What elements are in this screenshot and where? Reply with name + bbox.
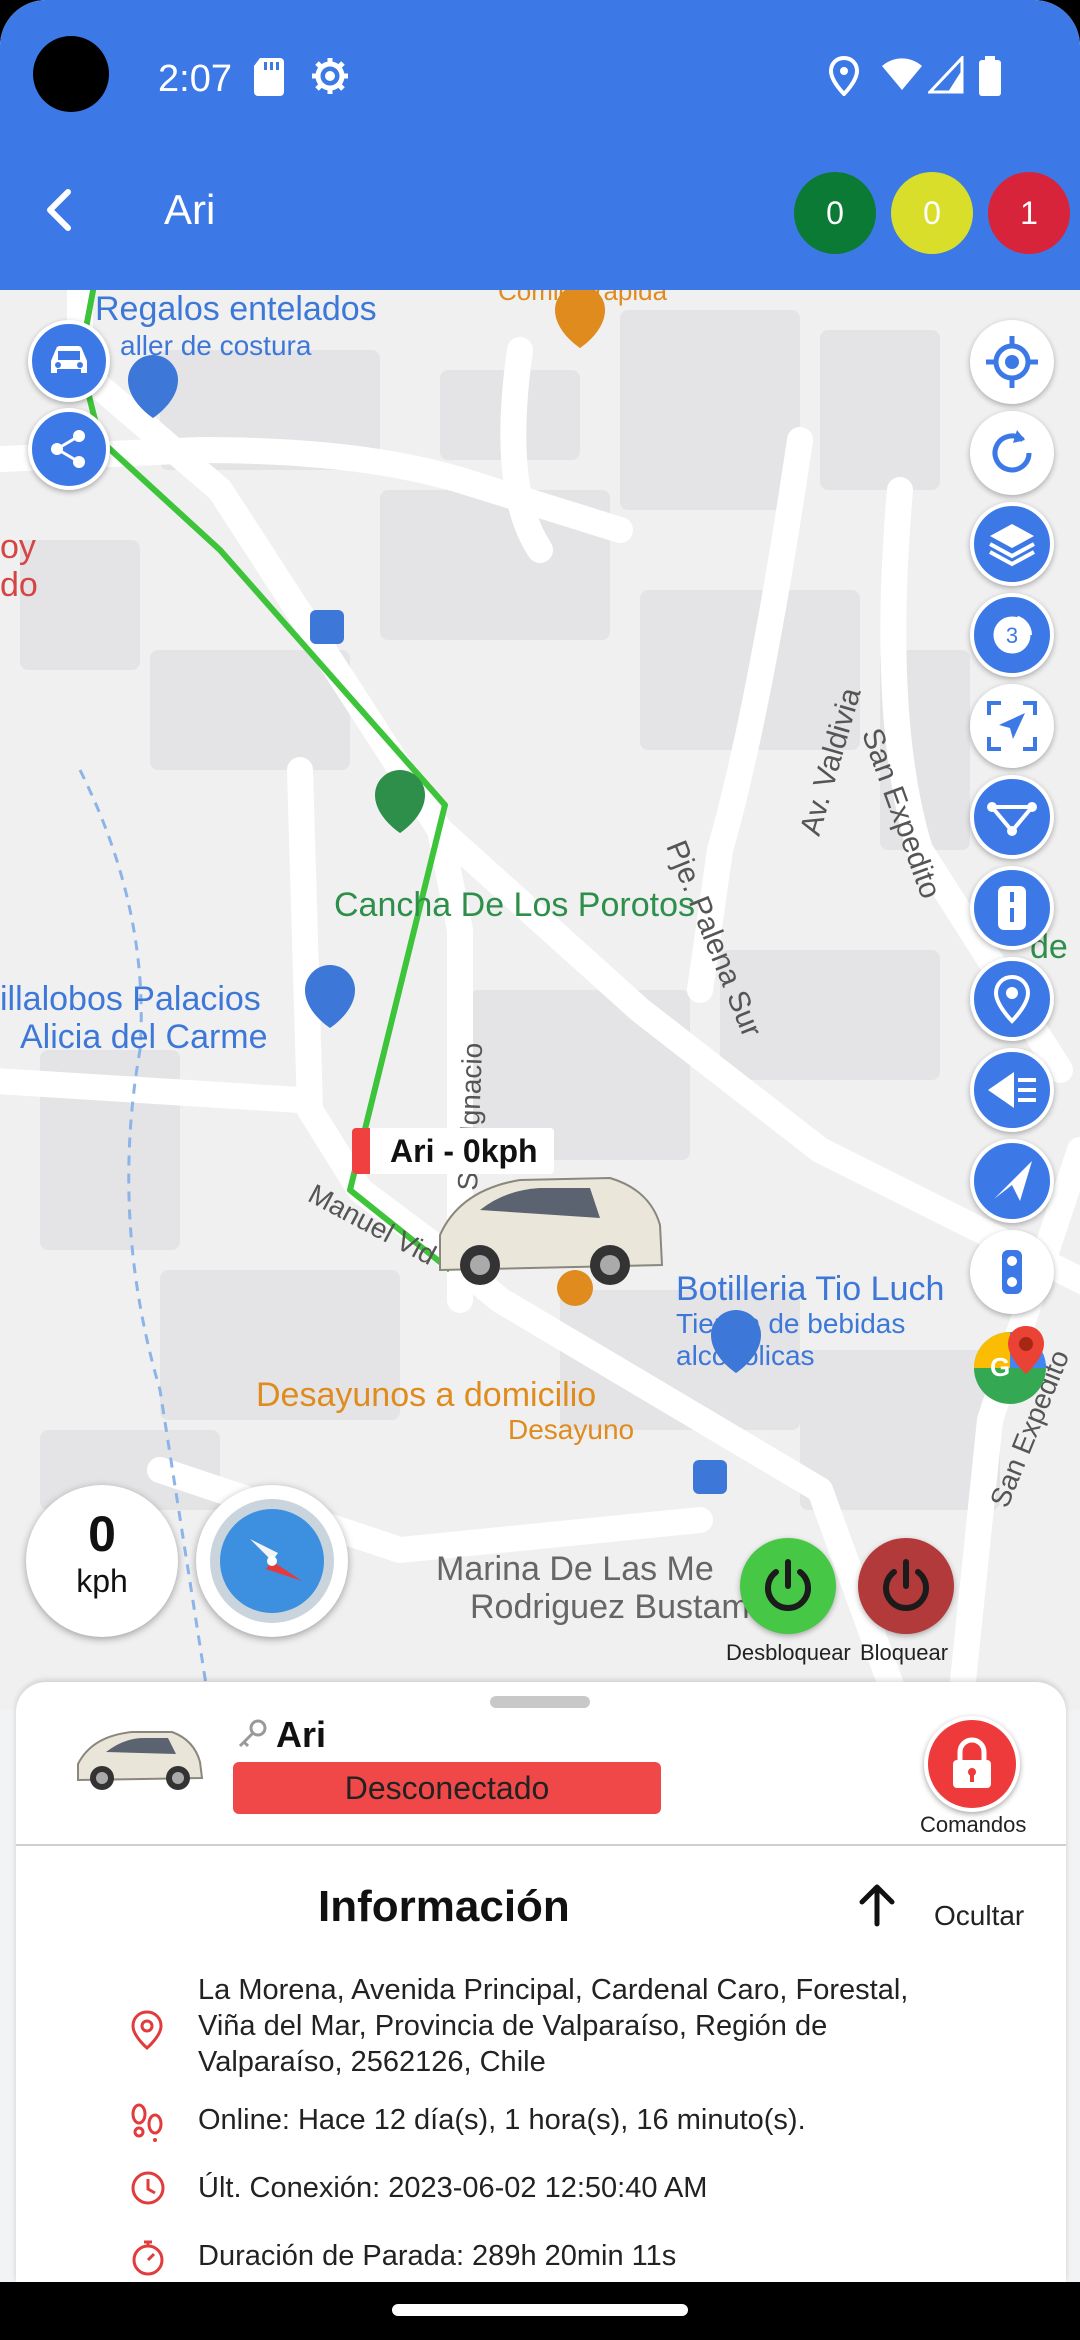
address-line-3: Valparaíso, 2562126, Chile <box>198 2046 546 2078</box>
commands-button[interactable] <box>924 1716 1020 1812</box>
navigation-arrow-icon <box>994 1161 1032 1201</box>
sd-card-icon <box>254 58 284 96</box>
google-maps-icon: G <box>974 1326 1046 1404</box>
vehicle-marker-text: Ari - 0kph <box>390 1132 538 1169</box>
events-button[interactable] <box>970 1048 1054 1132</box>
my-location-button[interactable] <box>970 320 1054 404</box>
unlock-label: Desbloquear <box>726 1640 851 1665</box>
last-connection-text: Últ. Conexión: 2023-06-02 12:50:40 AM <box>198 2172 708 2204</box>
vehicle-list-button[interactable] <box>28 320 110 402</box>
vehicle-name: Ari <box>276 1714 327 1755</box>
car-icon <box>51 345 87 373</box>
triangle-route-icon <box>987 802 1037 836</box>
unlock-button[interactable] <box>740 1538 836 1634</box>
offline-count-badge[interactable]: 1 <box>988 172 1070 254</box>
map-label-costura: aller de costura <box>120 330 312 361</box>
refresh-icon <box>992 430 1032 473</box>
online-status-text: Online: Hace 12 día(s), 1 hora(s), 16 mi… <box>198 2104 806 2136</box>
speed-value: 0 <box>88 1506 116 1562</box>
address-line-1: La Morena, Avenida Principal, Cardenal C… <box>198 1974 909 2006</box>
signal-icon <box>928 56 964 94</box>
info-section-title: Información <box>318 1882 570 1931</box>
lock-label: Bloquear <box>860 1640 949 1665</box>
home-gesture-bar[interactable] <box>392 2304 688 2316</box>
map-label-toy2: do <box>0 566 38 604</box>
svg-text:G: G <box>990 1352 1010 1382</box>
share-icon <box>51 430 85 468</box>
stopwatch-icon <box>132 2240 164 2276</box>
connection-status-badge: Desconectado <box>233 1762 661 1814</box>
speed-unit: kph <box>76 1563 128 1599</box>
traffic-light-icon <box>1002 1250 1022 1294</box>
online-count-badge[interactable]: 0 <box>794 172 876 254</box>
system-navigation-bar <box>0 2282 1080 2340</box>
location-icon <box>828 56 860 96</box>
power-icon <box>883 1559 929 1611</box>
wifi-icon <box>882 58 922 90</box>
settings-gear-icon <box>312 58 348 94</box>
compass-icon <box>210 1499 334 1623</box>
road-icon <box>998 886 1026 930</box>
layers-icon <box>989 524 1035 567</box>
app-bar: 2:07 Ari 0 0 1 <box>0 0 1080 290</box>
poi-button[interactable] <box>970 957 1054 1041</box>
svg-text:3: 3 <box>1006 623 1018 648</box>
refresh-button[interactable] <box>970 411 1054 495</box>
power-icon <box>765 1559 811 1611</box>
crosshair-icon <box>986 336 1038 388</box>
vehicle-thumbnail <box>77 1731 204 1790</box>
sheet-drag-handle[interactable] <box>490 1696 590 1708</box>
map-label-botilleria: Botilleria Tio Luch <box>676 1270 945 1308</box>
commands-label: Comandos <box>920 1812 1027 1837</box>
map-label-villalobos-1: illalobos Palacios <box>0 980 261 1018</box>
map-label-tienda-2: alcohólicas <box>676 1340 815 1371</box>
key-icon <box>238 1719 267 1748</box>
counter-ring-icon: 3 <box>990 613 1034 657</box>
padlock-icon <box>953 1737 991 1788</box>
arrow-up-icon[interactable] <box>852 1880 902 1930</box>
footprints-icon <box>131 2103 163 2142</box>
street-view-button[interactable] <box>970 1230 1054 1314</box>
location-pin-icon <box>131 2010 163 2050</box>
lock-button[interactable] <box>858 1538 954 1634</box>
vehicle-marker-label[interactable]: Ari - 0kph <box>352 1128 554 1174</box>
stop-duration-text: Duración de Parada: 289h 20min 11s <box>198 2240 677 2272</box>
status-time: 2:07 <box>158 58 232 100</box>
geofence-count-button[interactable]: 3 <box>970 593 1054 677</box>
page-title: Ari <box>164 186 216 233</box>
navigate-button[interactable] <box>970 1139 1054 1223</box>
map-label-cancha: Cancha De Los Porotos <box>334 886 695 924</box>
map-label-regalos: Regalos entelados <box>95 290 377 328</box>
vehicle-info-sheet: Ari Desconectado Comandos Información Oc… <box>16 1682 1066 2282</box>
map-label-toy1: oy <box>0 528 36 566</box>
fit-screen-icon <box>987 701 1037 751</box>
battery-icon <box>979 56 1001 96</box>
map-layers-button[interactable] <box>970 502 1054 586</box>
map-label-tienda-1: Tienda de bebidas <box>676 1308 906 1339</box>
speed-gauge: 0 kph <box>26 1485 178 1637</box>
route-points-button[interactable] <box>970 775 1054 859</box>
fit-route-button[interactable] <box>970 684 1054 768</box>
flag-lines-icon <box>988 1072 1036 1108</box>
map-label-villalobos-2: Alicia del Carme <box>20 1018 268 1056</box>
map-view[interactable]: Regalos entelados aller de costura Comid… <box>0 290 1080 1710</box>
map-label-comida: Comida rápida <box>498 290 668 306</box>
map-label-desayunos: Desayunos a domicilio <box>256 1376 597 1414</box>
map-label-desayuno: Desayuno <box>508 1414 635 1445</box>
map-label-marina-1: Marina De Las Me <box>436 1550 714 1588</box>
hide-info-button[interactable]: Ocultar <box>934 1900 1024 1932</box>
address-line-2: Viña del Mar, Provincia de Valparaíso, R… <box>198 2010 828 2042</box>
compass-button[interactable] <box>196 1485 348 1637</box>
clock-icon <box>131 2171 165 2205</box>
phone-screen: 2:07 Ari 0 0 1 Regalos entelados aller d… <box>0 0 1080 2340</box>
divider <box>16 1844 1066 1846</box>
idle-count-badge[interactable]: 0 <box>891 172 973 254</box>
google-maps-button[interactable]: G <box>966 1320 1054 1408</box>
camera-cutout <box>33 36 109 112</box>
share-button[interactable] <box>28 408 110 490</box>
back-button[interactable] <box>30 180 90 240</box>
status-flag <box>352 1128 370 1174</box>
road-view-button[interactable] <box>970 866 1054 950</box>
map-pin-icon <box>993 974 1031 1024</box>
